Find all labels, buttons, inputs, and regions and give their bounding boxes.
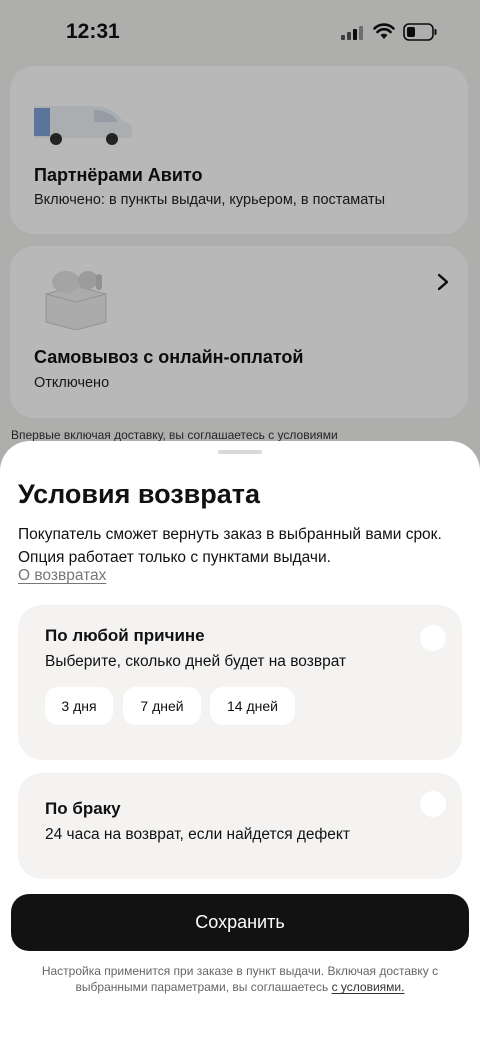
option-defect[interactable]: По браку 24 часа на возврат, если найдет… [18, 773, 462, 879]
chip-14-days[interactable]: 14 дней [210, 687, 295, 725]
option-any-reason-title: По любой причине [45, 626, 205, 645]
option-defect-title: По браку [45, 799, 121, 818]
option-defect-radio[interactable] [420, 791, 446, 817]
footer-note: Настройка применится при заказе в пункт … [20, 963, 460, 995]
terms-link[interactable]: с условиями. [332, 980, 405, 994]
option-any-reason[interactable]: По любой причине Выберите, сколько дней … [18, 605, 462, 760]
option-any-reason-subtitle: Выберите, сколько дней будет на возврат [45, 653, 347, 670]
save-button[interactable]: Сохранить [11, 894, 469, 951]
option-any-reason-radio[interactable] [420, 625, 446, 651]
sheet-description: Покупатель сможет вернуть заказ в выбран… [18, 526, 442, 566]
option-defect-subtitle: 24 часа на возврат, если найдется дефект [45, 826, 350, 843]
chip-7-days[interactable]: 7 дней [123, 687, 201, 725]
sheet-drag-handle[interactable] [218, 450, 262, 454]
about-returns-link[interactable]: О возвратах [18, 567, 106, 585]
sheet-title: Условия возврата [18, 479, 260, 509]
return-conditions-sheet: Условия возврата Покупатель сможет верну… [0, 441, 480, 1041]
chip-3-days[interactable]: 3 дня [45, 687, 113, 725]
